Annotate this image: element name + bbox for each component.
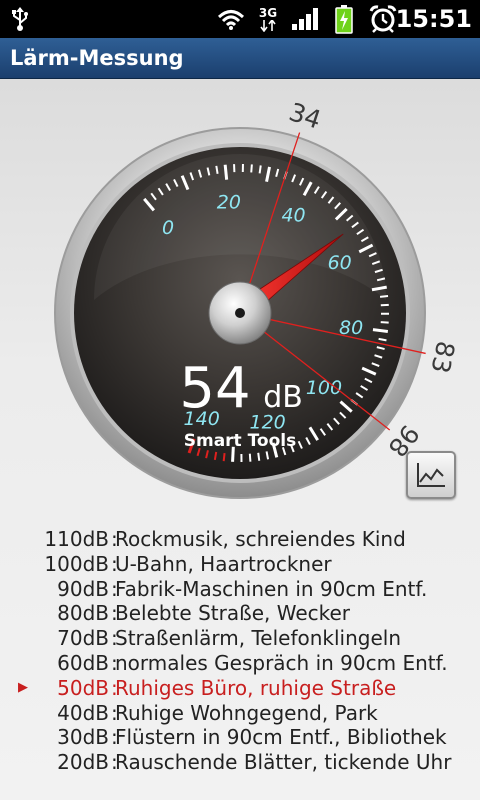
app-title-bar: Lärm-Messung bbox=[0, 38, 480, 79]
app-title: Lärm-Messung bbox=[10, 46, 184, 70]
legend-db-value: 100dB bbox=[44, 551, 109, 576]
legend-description: Ruhiges Büro, ruhige Straße bbox=[115, 675, 397, 700]
reading-unit: dB bbox=[263, 380, 303, 415]
legend-row: 30dB: Flüstern in 90cm Entf., Bibliothek bbox=[0, 725, 480, 750]
gauge-scale-label: 20 bbox=[217, 192, 241, 214]
status-bar: 3G 15:51 bbox=[0, 0, 480, 38]
legend-db-value: 60dB bbox=[57, 650, 109, 675]
alarm-icon bbox=[368, 0, 398, 38]
legend-db-value: 70dB bbox=[57, 626, 109, 651]
gauge-scale-label: 0 bbox=[162, 217, 174, 239]
legend-db-value: 20dB bbox=[57, 750, 109, 775]
line-chart-icon bbox=[417, 463, 445, 487]
legend-description: normales Gespräch in 90cm Entf. bbox=[115, 650, 448, 675]
noise-level-reference-list: 110dB: Rockmusik, schreiendes Kind 100dB: U… bbox=[0, 527, 480, 775]
legend-row: ▶ 50dB: Ruhiges Büro, ruhige Straße bbox=[0, 676, 480, 701]
legend-db-value: 90dB bbox=[57, 576, 109, 601]
gauge-tick bbox=[215, 165, 219, 174]
legend-description: U-Bahn, Haartrockner bbox=[115, 551, 332, 576]
battery-charging-icon bbox=[333, 0, 355, 38]
gauge-hub-pin bbox=[235, 308, 245, 318]
legend-row: 100dB: U-Bahn, Haartrockner bbox=[0, 552, 480, 577]
peak-level-marker-label: 83 bbox=[425, 339, 460, 376]
legend-db-value: 30dB bbox=[57, 725, 109, 750]
legend-db-value: 80dB bbox=[57, 601, 109, 626]
usb-icon bbox=[10, 0, 30, 38]
current-level-marker-icon: ▶ bbox=[18, 679, 28, 695]
signal-icon bbox=[290, 0, 320, 38]
history-chart-button[interactable] bbox=[406, 451, 456, 499]
legend-row: 80dB: Belebte Straße, Wecker bbox=[0, 601, 480, 626]
legend-description: Fabrik-Maschinen in 90cm Entf. bbox=[115, 576, 428, 601]
gauge-scale-label: 40 bbox=[281, 205, 305, 227]
min-level-marker-label: 34 bbox=[285, 97, 324, 135]
gauge-scale-label: 60 bbox=[328, 252, 352, 274]
network-3g-icon: 3G bbox=[253, 0, 283, 38]
gauge-tick bbox=[213, 451, 218, 461]
gauge-tick bbox=[250, 164, 253, 173]
legend-db-value: 110dB bbox=[44, 527, 109, 551]
legend-row: 60dB: normales Gespräch in 90cm Entf. bbox=[0, 651, 480, 676]
gauge-tick bbox=[223, 164, 229, 180]
status-time: 15:51 bbox=[395, 5, 472, 33]
gauge-tick bbox=[379, 294, 389, 298]
gauge-tick bbox=[372, 328, 389, 334]
legend-row: 90dB: Fabrik-Maschinen in 90cm Entf. bbox=[0, 577, 480, 602]
legend-description: Straßenlärm, Telefonklingeln bbox=[115, 626, 402, 651]
legend-description: Flüstern in 90cm Entf., Bibliothek bbox=[115, 725, 447, 750]
gauge-tick bbox=[258, 165, 262, 174]
legend-description: Rockmusik, schreiendes Kind bbox=[115, 527, 406, 551]
gauge-tick bbox=[380, 321, 389, 324]
gauge-tick bbox=[257, 452, 261, 461]
legend-db-value: 50dB bbox=[57, 675, 109, 700]
wifi-icon bbox=[216, 0, 246, 38]
brand-label: Smart Tools bbox=[184, 431, 297, 451]
legend-row: 20dB: Rauschende Blätter, tickende Uhr bbox=[0, 750, 480, 775]
legend-db-value: 40dB bbox=[57, 700, 109, 725]
reading-value: 54 bbox=[179, 356, 250, 421]
legend-description: Ruhige Wohngegend, Park bbox=[115, 700, 378, 725]
gauge-tick bbox=[222, 453, 226, 462]
network-type-label: 3G bbox=[258, 5, 278, 20]
legend-row: 70dB: Straßenlärm, Telefonklingeln bbox=[0, 626, 480, 651]
legend-row: 40dB: Ruhige Wohngegend, Park bbox=[0, 701, 480, 726]
legend-description: Rauschende Blätter, tickende Uhr bbox=[115, 750, 452, 775]
gauge-tick bbox=[248, 453, 252, 462]
legend-description: Belebte Straße, Wecker bbox=[115, 601, 351, 626]
legend-row: 110dB: Rockmusik, schreiendes Kind bbox=[0, 527, 480, 552]
